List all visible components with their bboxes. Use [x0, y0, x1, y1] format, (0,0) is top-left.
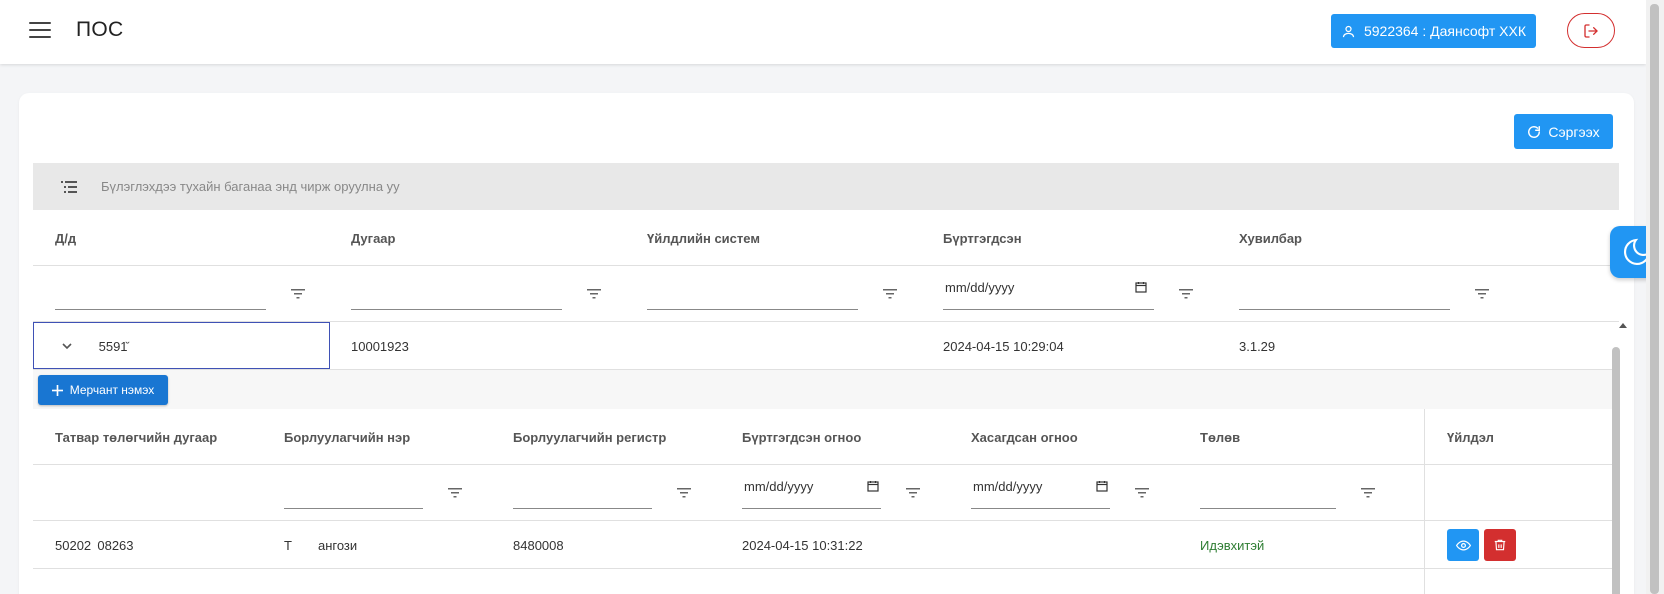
- add-merchant-button[interactable]: Мерчант нэмэх: [38, 375, 168, 405]
- status-badge: Идэвхитэй: [1200, 537, 1265, 553]
- filter-date-registered-date[interactable]: mm/dd/yyyy: [742, 465, 881, 509]
- column-header-registered[interactable]: Бүртгэгдсэн: [943, 210, 1022, 266]
- refresh-label: Сэргээх: [1548, 123, 1600, 140]
- date-placeholder: mm/dd/yyyy: [744, 479, 814, 494]
- detail-panel: Мерчант нэмэх Татвар төлөгчийн дугаар Бо…: [33, 370, 1619, 594]
- calendar-icon[interactable]: [1096, 480, 1108, 492]
- add-merchant-label: Мерчант нэмэх: [69, 383, 155, 397]
- merchant-registered-date: 2024-04-15 10:31:22: [742, 537, 863, 553]
- table-row[interactable]: 5591̆ 10001923 2024-04-15 10:29:04 3.1.2…: [33, 322, 1619, 370]
- filter-icon[interactable]: [1475, 288, 1489, 300]
- column-header-seller-name[interactable]: Борлуулагчийн нэр: [284, 409, 410, 465]
- column-header-seller-register[interactable]: Борлуулагчийн регистр: [513, 409, 666, 465]
- table-row: 50202 08263 Т ангози 8480008 2024-04-15 …: [33, 521, 1619, 569]
- row-index-value: 5591̆: [96, 339, 128, 354]
- logout-icon: [1584, 23, 1598, 38]
- filter-icon[interactable]: [1361, 487, 1375, 499]
- filter-input-number[interactable]: [351, 276, 562, 310]
- column-header-index[interactable]: Д/д: [55, 210, 76, 266]
- main-table-header: Д/д Дугаар Үйлдлийн систем Бүртгэгдсэн Х…: [33, 210, 1619, 266]
- column-header-actions: Үйлдэл: [1447, 429, 1494, 445]
- group-panel-hint: Бүлэглэхдээ тухайн баганаа энд чирж оруу…: [101, 179, 400, 194]
- top-bar: ПОС 5922364 : Даянсофт ХХК: [0, 0, 1646, 64]
- filter-icon[interactable]: [1179, 288, 1193, 300]
- filter-icon[interactable]: [906, 487, 920, 499]
- filter-input-seller-register[interactable]: [513, 475, 652, 509]
- eye-icon: [1455, 539, 1471, 551]
- user-account-button[interactable]: 5922364 : Даянсофт ХХК: [1331, 14, 1536, 48]
- page-scrollbar[interactable]: [1646, 0, 1664, 594]
- filter-date-removed-date[interactable]: mm/dd/yyyy: [971, 465, 1110, 509]
- user-account-label: 5922364 : Даянсофт ХХК: [1363, 23, 1527, 39]
- filter-input-index[interactable]: [55, 276, 266, 310]
- merchant-table: Татвар төлөгчийн дугаар Борлуулагчийн нэ…: [33, 409, 1619, 594]
- filter-input-os[interactable]: [647, 276, 858, 310]
- column-header-removed-date[interactable]: Хасагдсан огноо: [971, 409, 1078, 465]
- trash-icon: [1494, 539, 1506, 551]
- merchant-tin: 50202 08263: [55, 537, 134, 553]
- column-divider: [1424, 409, 1425, 594]
- merchant-name: Т ангози: [284, 537, 358, 553]
- column-header-number[interactable]: Дугаар: [351, 210, 395, 266]
- filter-icon[interactable]: [1135, 487, 1149, 499]
- inner-scrollbar[interactable]: [1612, 347, 1620, 594]
- column-header-version[interactable]: Хувилбар: [1239, 210, 1302, 266]
- filter-input-status[interactable]: [1200, 475, 1336, 509]
- filter-input-seller-name[interactable]: [284, 475, 423, 509]
- merchant-register: 8480008: [513, 537, 564, 553]
- filter-icon[interactable]: [883, 288, 897, 300]
- row-number: 10001923: [351, 338, 409, 354]
- filter-icon[interactable]: [291, 288, 305, 300]
- filter-icon[interactable]: [448, 487, 462, 499]
- scroll-up-arrow-icon[interactable]: [1618, 321, 1628, 331]
- main-table-filter-row: mm/dd/yyyy: [33, 266, 1619, 322]
- view-button[interactable]: [1447, 529, 1479, 561]
- filter-icon[interactable]: [587, 288, 601, 300]
- filter-date-registered[interactable]: mm/dd/yyyy: [943, 266, 1154, 310]
- refresh-icon: [1528, 125, 1541, 138]
- user-icon: [1342, 25, 1355, 37]
- column-header-os[interactable]: Үйлдлийн систем: [647, 210, 760, 266]
- column-header-status[interactable]: Төлөв: [1200, 409, 1240, 465]
- delete-button[interactable]: [1484, 529, 1516, 561]
- row-registered: 2024-04-15 10:29:04: [943, 338, 1064, 354]
- calendar-icon[interactable]: [1135, 281, 1147, 293]
- filter-input-version[interactable]: [1239, 276, 1450, 310]
- logout-button[interactable]: [1567, 13, 1615, 48]
- column-header-registered-date[interactable]: Бүртгэгдсэн огноо: [742, 409, 861, 465]
- chevron-down-icon[interactable]: [60, 339, 74, 353]
- plus-icon: [51, 384, 63, 396]
- date-placeholder: mm/dd/yyyy: [973, 479, 1043, 494]
- page-scrollbar-thumb[interactable]: [1650, 4, 1659, 594]
- hamburger-icon[interactable]: [29, 22, 51, 40]
- filter-icon[interactable]: [677, 487, 691, 499]
- merchant-table-filter-row: mm/dd/yyyy mm/dd/yyyy: [33, 465, 1619, 521]
- merchant-table-header: Татвар төлөгчийн дугаар Борлуулагчийн нэ…: [33, 409, 1619, 465]
- main-card: Сэргээх Бүлэглэхдээ тухайн баганаа энд ч…: [19, 93, 1634, 594]
- index-cell-focused[interactable]: 5591̆: [33, 322, 330, 369]
- column-header-tin[interactable]: Татвар төлөгчийн дугаар: [55, 409, 217, 465]
- calendar-icon[interactable]: [867, 480, 879, 492]
- group-panel[interactable]: Бүлэглэхдээ тухайн баганаа энд чирж оруу…: [33, 163, 1619, 210]
- group-list-icon: [61, 180, 77, 193]
- row-version: 3.1.29: [1239, 338, 1276, 354]
- refresh-button[interactable]: Сэргээх: [1514, 114, 1613, 149]
- page-title: ПОС: [76, 18, 124, 41]
- date-placeholder: mm/dd/yyyy: [945, 280, 1015, 295]
